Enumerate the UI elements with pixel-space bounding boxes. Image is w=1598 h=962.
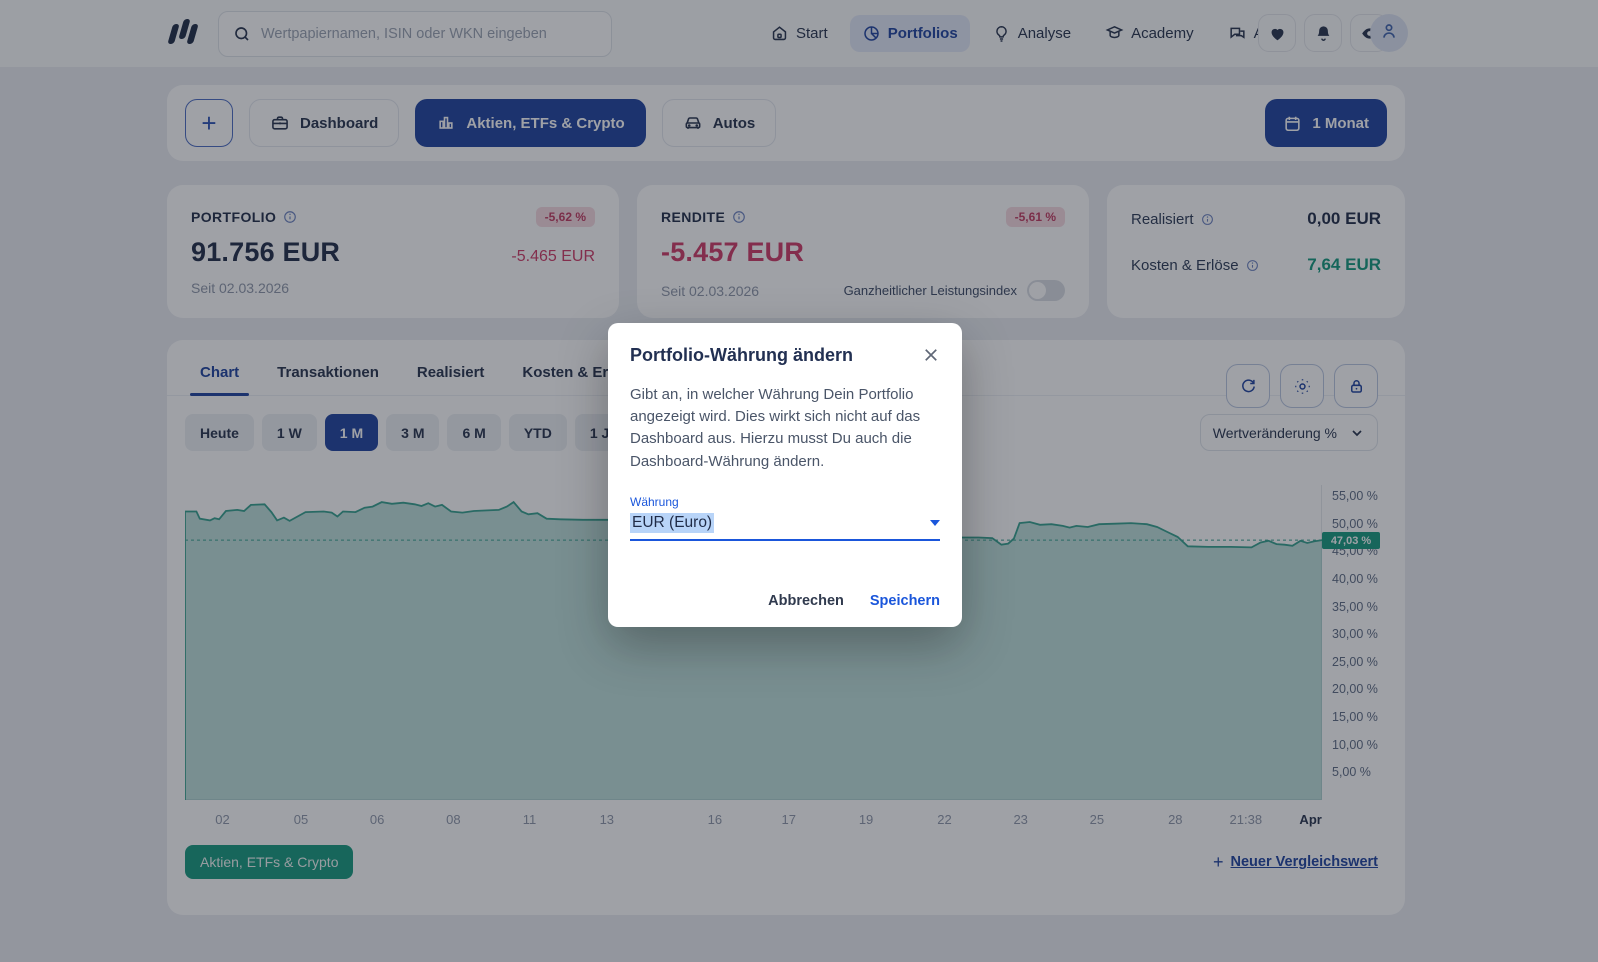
close-icon[interactable] [922, 346, 940, 369]
currency-field-label: Währung [630, 495, 940, 509]
modal-title: Portfolio-Währung ändern [630, 345, 853, 366]
currency-select-value: EUR (Euro) [630, 513, 714, 533]
currency-modal: Portfolio-Währung ändern Gibt an, in wel… [608, 323, 962, 627]
currency-select[interactable]: EUR (Euro) [630, 513, 940, 541]
save-button[interactable]: Speichern [870, 593, 940, 609]
dropdown-caret-icon [930, 520, 940, 526]
cancel-button[interactable]: Abbrechen [768, 593, 844, 609]
modal-description: Gibt an, in welcher Währung Dein Portfol… [630, 384, 940, 473]
